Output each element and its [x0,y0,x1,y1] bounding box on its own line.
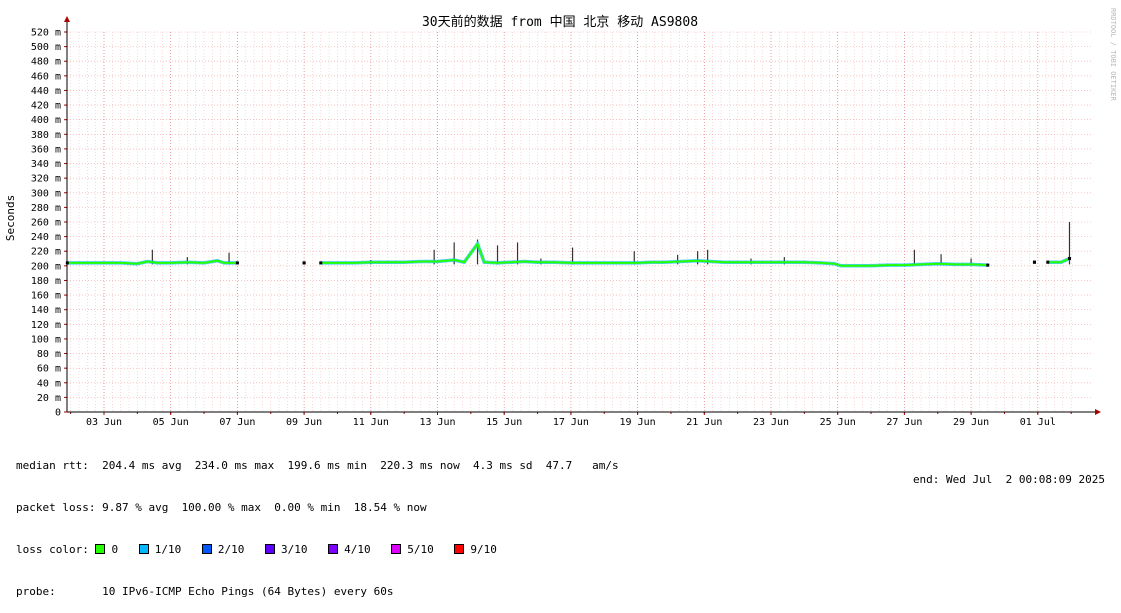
y-tick-label: 300 m [31,188,61,199]
segment-end-marker [986,263,990,267]
probe-line: probe: 10 IPv6-ICMP Echo Pings (64 Bytes… [16,585,394,598]
y-tick-label: 340 m [31,159,61,170]
loss-color-value: 3/10 [280,543,308,556]
y-tick-label: 480 m [31,57,61,68]
loss-color-row: loss color: 0 1/10 2/10 3/10 4/10 5/10 9… [16,543,619,557]
loss-color-value: 5/10 [407,543,434,556]
y-tick-label: 500 m [31,42,61,53]
y-tick-label: 0 [55,408,61,419]
y-tick-label: 440 m [31,86,61,97]
segment-end-marker [319,261,323,265]
y-tick-label: 400 m [31,115,61,126]
packet-loss-line: packet loss: 9.87 % avg 100.00 % max 0.0… [16,501,427,514]
chart-grid [67,31,1092,413]
loss-color-value: 4/10 [344,543,371,556]
loss-color-swatch [391,544,402,554]
loss-color-item: 5/10 [391,543,434,556]
loss-color-value: 2/10 [217,543,245,556]
segment-end-marker [1032,260,1036,264]
rtt-chart: 0 20 m 40 m 60 m 80 m 100 m 120 m 140 m 160 m 180… [4,8,1117,428]
x-tick-label: 09 Jun [286,417,322,428]
chart-legend: median rtt: 204.4 ms avg 234.0 ms max 19… [16,431,619,613]
y-tick-label: 180 m [31,276,61,287]
loss-color-item: 9/10 [454,543,497,556]
x-tick-label: 07 Jun [219,417,255,428]
loss-color-item: 4/10 [328,543,371,556]
y-axis-label: Seconds [4,195,17,241]
x-tick-label: 25 Jun [820,417,856,428]
loss-color-swatch [95,544,106,554]
loss-color-value: 0 [111,543,119,556]
segment-end-marker [235,261,239,265]
y-tick-label: 120 m [31,320,61,331]
rtt-series [65,222,1071,268]
y-tick-label: 460 m [31,71,61,82]
y-tick-label: 280 m [31,203,61,214]
segment-end-marker [1046,260,1050,264]
x-tick-label: 21 Jun [686,417,722,428]
loss-color-swatch [201,544,212,554]
x-tick-label: 23 Jun [753,417,789,428]
chart-axes [64,16,1101,415]
loss-color-item: 0 [95,543,118,556]
y-tick-label: 220 m [31,247,61,258]
y-tick-label: 80 m [37,349,61,360]
loss-color-value: 9/10 [470,543,497,556]
y-tick-label: 520 m [31,28,61,39]
y-tick-label: 100 m [31,334,61,345]
end-time: end: Wed Jul 2 00:08:09 2025 [912,473,1105,486]
loss-color-swatch [328,544,339,554]
x-axis-arrow [1095,409,1101,415]
x-tick-label: 15 Jun [486,417,522,428]
loss-color-item: 3/10 [264,543,308,556]
loss-color-swatch [264,544,275,554]
loss-color-label: loss color: [16,543,89,556]
segment-end-marker [65,261,69,265]
x-tick-label: 27 Jun [886,417,922,428]
y-tick-label: 360 m [31,144,61,155]
x-tick-label: 01 Jul [1020,417,1056,428]
median-rtt-line: median rtt: 204.4 ms avg 234.0 ms max 19… [16,459,619,472]
x-tick-label: 17 Jun [553,417,589,428]
y-tick-label: 160 m [31,291,61,302]
y-tick-label: 260 m [31,218,61,229]
segment-end-marker [1067,257,1071,261]
y-tick-label: 40 m [37,378,61,389]
y-tick-label: 380 m [31,130,61,141]
rrdtool-watermark: RRDTOOL / TOBI OETIKER [1109,8,1117,102]
x-tick-label: 13 Jun [419,417,455,428]
y-axis-arrow [64,16,70,22]
x-tick-label: 05 Jun [153,417,189,428]
y-tick-label: 140 m [31,305,61,316]
x-tick-label: 29 Jun [953,417,989,428]
loss-color-item: 1/10 [138,543,182,556]
loss-color-swatch [138,544,149,554]
loss-color-swatch [454,544,465,554]
y-tick-labels: 0 20 m 40 m 60 m 80 m 100 m 120 m 140 m 160 m 180… [31,28,61,419]
x-tick-labels: 03 Jun 05 Jun 07 Jun 09 Jun 11 Jun 13 Jun 15 J… [86,417,1056,428]
loss-color-item: 2/10 [201,543,245,556]
loss-color-swatches: 0 1/10 2/10 3/10 4/10 5/10 9/10 [89,543,511,556]
segment-end-marker [302,261,306,265]
y-tick-label: 240 m [31,232,61,243]
y-tick-label: 60 m [37,364,61,375]
y-tick-label: 420 m [31,101,61,112]
x-tick-label: 11 Jun [353,417,389,428]
chart-title: 30天前的数据 from 中国 北京 移动 AS9808 [422,14,698,30]
y-tick-label: 320 m [31,174,61,185]
y-tick-label: 200 m [31,261,61,272]
x-tick-label: 03 Jun [86,417,122,428]
x-tick-label: 19 Jun [620,417,656,428]
y-tick-label: 20 m [37,393,61,404]
loss-color-value: 1/10 [154,543,182,556]
